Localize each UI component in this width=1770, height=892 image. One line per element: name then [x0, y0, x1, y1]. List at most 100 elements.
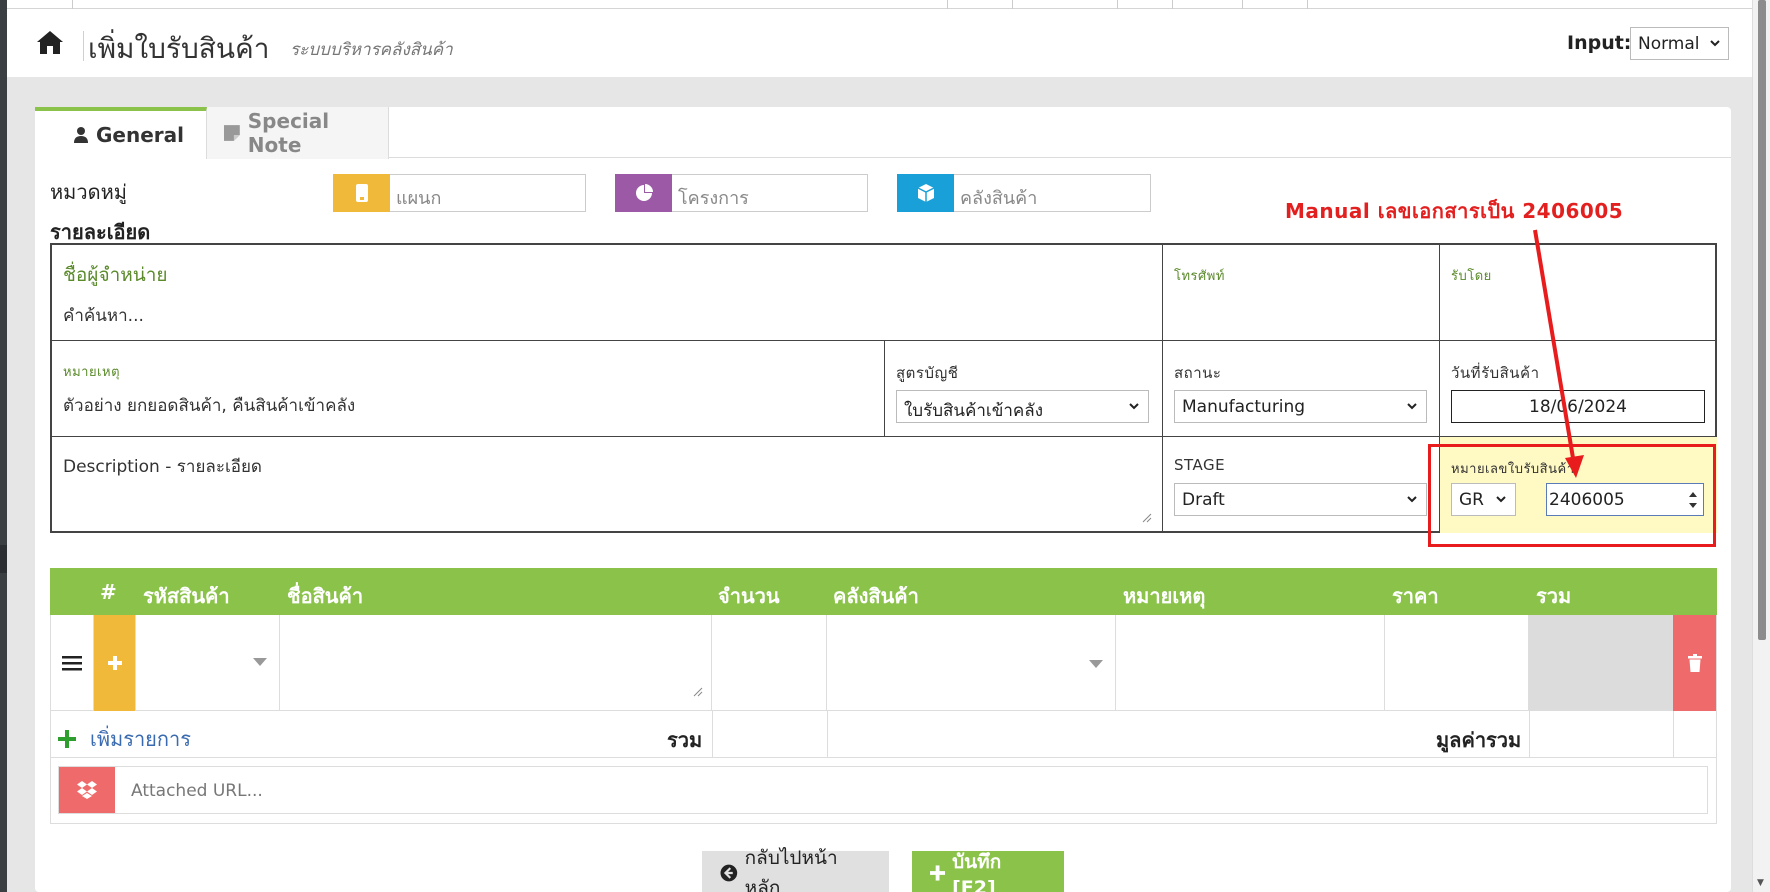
status-value: Manufacturing	[1182, 397, 1306, 417]
col-header-total: รวม	[1536, 584, 1572, 608]
warehouse-picker[interactable]: คลังสินค้า	[897, 174, 1151, 212]
status-cell: สถานะ Manufacturing	[1163, 341, 1440, 437]
status-select[interactable]: Manufacturing	[1174, 390, 1427, 423]
col-header-code: รหัสสินค้า	[143, 584, 230, 608]
page-subtitle: ระบบบริหารคลังสินค้า	[290, 40, 453, 60]
delete-row-button[interactable]	[1673, 615, 1716, 711]
department-placeholder: แผนก	[396, 188, 442, 209]
scroll-down-icon[interactable]: ▼	[1757, 878, 1764, 888]
table-row	[50, 615, 1717, 711]
tab-general[interactable]: General	[35, 107, 207, 159]
department-picker[interactable]: แผนก	[333, 174, 586, 212]
phone-cell[interactable]: โทรศัพท์	[1163, 245, 1440, 341]
receive-date-input[interactable]: 18/06/2024	[1451, 390, 1705, 423]
supplier-cell[interactable]: ชื่อผู้จำหน่าย คำค้นหา...	[52, 245, 1163, 341]
row-total	[1529, 615, 1673, 711]
plus-icon	[930, 865, 946, 881]
vertical-scrollbar[interactable]: ▼	[1752, 0, 1770, 892]
form-tabs: General Special Note	[35, 107, 1731, 159]
row-add-button[interactable]	[94, 615, 136, 711]
received-by-label: รับโดย	[1451, 269, 1492, 284]
resize-handle-icon[interactable]	[1140, 511, 1152, 523]
sidebar-toggle[interactable]	[0, 545, 7, 573]
col-header-remark: หมายเหตุ	[1123, 584, 1206, 608]
stage-select[interactable]: Draft	[1174, 483, 1427, 516]
chevron-down-icon	[1129, 403, 1139, 410]
total-label: รวม	[667, 728, 703, 752]
pie-chart-icon	[615, 174, 672, 212]
annotation-highlight-box	[1428, 444, 1716, 547]
save-button[interactable]: บันทึก [F2]	[912, 851, 1064, 892]
chevron-down-icon	[1407, 496, 1417, 503]
product-name-textarea[interactable]	[280, 615, 712, 711]
phone-label: โทรศัพท์	[1174, 269, 1225, 284]
stage-label: STAGE	[1174, 456, 1226, 474]
warehouse-select[interactable]	[827, 615, 1116, 711]
supplier-search-input[interactable]: คำค้นหา...	[63, 302, 144, 329]
chevron-down-icon	[1407, 403, 1417, 410]
formula-value: ใบรับสินค้าเข้าคลัง	[904, 401, 1043, 421]
note-icon	[223, 125, 240, 141]
remark-input[interactable]	[1116, 615, 1385, 711]
description-textarea[interactable]: Description - รายละเอียด	[63, 453, 262, 480]
dropbox-icon[interactable]	[59, 767, 115, 813]
tab-special-note[interactable]: Special Note	[207, 107, 389, 159]
receive-date-label: วันที่รับสินค้า	[1451, 364, 1540, 382]
status-label: สถานะ	[1174, 364, 1222, 382]
save-button-label: บันทึก [F2]	[952, 851, 1002, 892]
quantity-input[interactable]	[712, 615, 827, 711]
description-cell[interactable]: Description - รายละเอียด	[52, 437, 1163, 533]
chevron-down-icon	[1710, 40, 1720, 47]
back-to-main-button[interactable]: กลับไปหน้าหลัก	[702, 847, 889, 892]
caret-down-icon	[1089, 660, 1103, 668]
price-input[interactable]	[1385, 615, 1529, 711]
tab-general-label: General	[96, 123, 184, 147]
receive-date-cell: วันที่รับสินค้า 18/06/2024	[1440, 341, 1717, 437]
product-code-select[interactable]	[136, 615, 280, 711]
remark-cell[interactable]: หมายเหตุ ตัวอย่าง ยกยอดสินค้า, คืนสินค้า…	[52, 341, 885, 437]
col-header-index: #	[100, 580, 117, 604]
input-mode-select[interactable]: Normal	[1630, 27, 1729, 60]
formula-select[interactable]: ใบรับสินค้าเข้าคลัง	[896, 390, 1149, 423]
supplier-label: ชื่อผู้จำหน่าย	[63, 264, 168, 286]
received-by-cell[interactable]: รับโดย	[1440, 245, 1717, 341]
scrollbar-thumb[interactable]	[1758, 0, 1766, 640]
category-label: หมวดหมู่	[50, 180, 127, 204]
add-item-label: เพิ่มรายการ	[90, 727, 191, 751]
attached-url-field[interactable]: Attached URL...	[58, 766, 1708, 814]
remark-input[interactable]: ตัวอย่าง ยกยอดสินค้า, คืนสินค้าเข้าคลัง	[63, 392, 355, 419]
col-header-price: ราคา	[1392, 584, 1439, 608]
col-header-quantity: จำนวน	[718, 584, 780, 608]
input-mode-value: Normal	[1638, 34, 1700, 54]
annotation-callout: Manual เลขเอกสารเป็น 2406005	[1265, 171, 1665, 243]
stage-value: Draft	[1182, 490, 1225, 510]
plus-icon	[107, 656, 122, 670]
attached-url-placeholder: Attached URL...	[131, 781, 263, 801]
input-mode-label: Input:	[1567, 32, 1632, 54]
top-toolbar-strip	[7, 0, 1752, 9]
grand-total-label: มูลค่ารวม	[1436, 728, 1522, 752]
col-header-warehouse: คลังสินค้า	[833, 584, 919, 608]
drag-handle-icon[interactable]	[50, 615, 94, 711]
warehouse-placeholder: คลังสินค้า	[960, 188, 1038, 209]
totals-row: เพิ่มรายการ รวม มูลค่ารวม	[50, 711, 1717, 758]
page-header: เพิ่มใบรับสินค้า ระบบบริหารคลังสินค้า In…	[7, 9, 1752, 77]
user-icon	[74, 127, 88, 143]
add-item-link[interactable]: เพิ่มรายการ	[58, 723, 191, 755]
resize-handle-icon[interactable]	[691, 685, 703, 697]
project-placeholder: โครงการ	[678, 188, 749, 209]
stage-cell: STAGE Draft	[1163, 437, 1440, 533]
home-icon[interactable]	[35, 28, 65, 56]
col-header-name: ชื่อสินค้า	[287, 584, 364, 608]
trash-icon	[1687, 654, 1702, 672]
project-picker[interactable]: โครงการ	[615, 174, 868, 212]
formula-label: สูตรบัญชี	[896, 364, 959, 382]
page-title: เพิ่มใบรับสินค้า	[88, 32, 270, 65]
left-sidebar-edge	[0, 0, 7, 892]
back-button-label: กลับไปหน้าหลัก	[744, 847, 838, 892]
formula-cell: สูตรบัญชี ใบรับสินค้าเข้าคลัง	[885, 341, 1163, 437]
header-divider	[83, 31, 84, 61]
caret-down-icon	[253, 658, 267, 666]
department-icon	[333, 174, 390, 212]
arrow-circle-left-icon	[720, 864, 738, 882]
